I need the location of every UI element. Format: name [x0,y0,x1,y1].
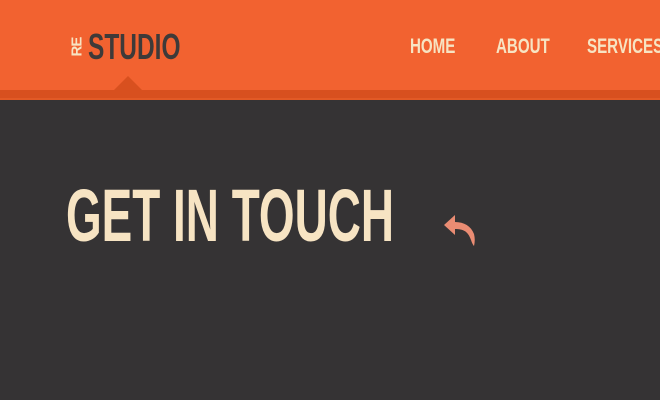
site-header: RE STUDIO HOME ABOUT SERVICES [0,0,660,90]
page-title: GET IN TOUCH [66,174,394,257]
nav-about-link[interactable]: ABOUT [496,34,550,60]
nav-services-link[interactable]: SERVICES [587,34,660,60]
active-nav-pointer [114,76,142,90]
logo-prefix: RE [68,37,86,56]
reply-arrow-icon[interactable] [441,212,479,248]
logo-wordmark: STUDIO [88,26,181,67]
header-stripe [0,90,660,98]
nav-home-link[interactable]: HOME [410,34,455,60]
header-divider [0,98,660,100]
logo[interactable]: RE STUDIO [68,28,224,66]
